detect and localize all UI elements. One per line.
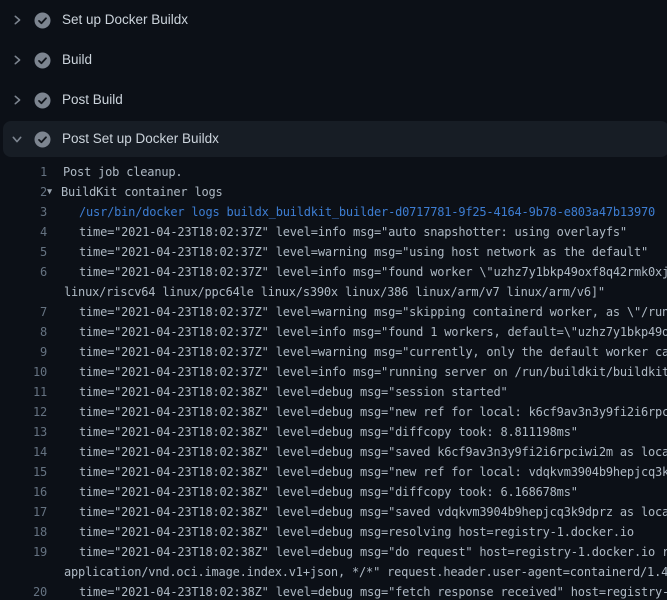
log-line-number[interactable]: 18	[0, 522, 47, 542]
log-line-text: time="2021-04-23T18:02:37Z" level=info m…	[79, 362, 667, 382]
step-section-label: Set up Docker Buildx	[62, 13, 188, 27]
log-line-number[interactable]: 13	[0, 422, 47, 442]
log-line-text: time="2021-04-23T18:02:38Z" level=debug …	[79, 482, 578, 502]
log-line: 2 ▼BuildKit container logs	[0, 182, 667, 202]
chevron-right-icon	[11, 14, 23, 26]
status-icon-cell	[34, 92, 51, 109]
log-line-number[interactable]: 19	[0, 542, 47, 562]
log-line-number[interactable]: 1	[0, 162, 47, 182]
step-section-list: Set up Docker Buildx Build	[0, 0, 667, 158]
log-line: 12 time="2021-04-23T18:02:38Z" level=deb…	[0, 402, 667, 422]
log-line-text: time="2021-04-23T18:02:38Z" level=debug …	[79, 382, 508, 402]
log-line-number[interactable]: 7	[0, 302, 47, 322]
log-output: 1 Post job cleanup. 2 ▼BuildKit containe…	[0, 162, 667, 600]
log-line-text: time="2021-04-23T18:02:38Z" level=debug …	[79, 582, 667, 600]
check-circle-icon	[34, 12, 51, 29]
log-line-number[interactable]: 15	[0, 462, 47, 482]
log-line-text: time="2021-04-23T18:02:38Z" level=debug …	[79, 462, 667, 482]
log-line: 8 time="2021-04-23T18:02:37Z" level=info…	[0, 322, 667, 342]
log-line: 19 time="2021-04-23T18:02:38Z" level=deb…	[0, 542, 667, 562]
log-line-number[interactable]: 16	[0, 482, 47, 502]
log-line: 3 /usr/bin/docker logs buildx_buildkit_b…	[0, 202, 667, 222]
log-line-text: application/vnd.oci.image.index.v1+json,…	[64, 562, 667, 582]
log-line-text: ▼BuildKit container logs	[47, 182, 223, 202]
log-line-number	[0, 282, 47, 302]
log-line-text: time="2021-04-23T18:02:37Z" level=warnin…	[79, 302, 667, 322]
log-line: 6 time="2021-04-23T18:02:37Z" level=info…	[0, 262, 667, 282]
log-line: 20 time="2021-04-23T18:02:38Z" level=deb…	[0, 582, 667, 600]
log-line: 11 time="2021-04-23T18:02:38Z" level=deb…	[0, 382, 667, 402]
log-line-number[interactable]: 12	[0, 402, 47, 422]
log-line-text: Post job cleanup.	[63, 162, 182, 182]
status-icon-cell	[34, 52, 51, 69]
log-line-number[interactable]: 8	[0, 322, 47, 342]
log-line-number[interactable]: 20	[0, 582, 47, 600]
log-line: 1 Post job cleanup.	[0, 162, 667, 182]
log-line: linux/riscv64 linux/ppc64le linux/s390x …	[0, 282, 667, 302]
status-icon-cell	[34, 12, 51, 29]
log-line-number[interactable]: 2	[0, 182, 47, 202]
log-line-text: time="2021-04-23T18:02:37Z" level=warnin…	[79, 342, 667, 362]
log-line: 13 time="2021-04-23T18:02:38Z" level=deb…	[0, 422, 667, 442]
log-line: 17 time="2021-04-23T18:02:38Z" level=deb…	[0, 502, 667, 522]
chevron-cell	[0, 54, 34, 66]
chevron-down-icon	[11, 133, 23, 145]
status-icon-cell	[34, 131, 51, 148]
log-line: 5 time="2021-04-23T18:02:37Z" level=warn…	[0, 242, 667, 262]
log-line-number[interactable]: 11	[0, 382, 47, 402]
log-line: 18 time="2021-04-23T18:02:38Z" level=deb…	[0, 522, 667, 542]
chevron-cell	[0, 14, 34, 26]
log-line-number[interactable]: 4	[0, 222, 47, 242]
log-line-number	[0, 562, 47, 582]
check-circle-icon	[34, 131, 51, 148]
log-line: 9 time="2021-04-23T18:02:37Z" level=warn…	[0, 342, 667, 362]
check-circle-icon	[34, 52, 51, 69]
step-section-post-set-up-docker-buildx[interactable]: Post Set up Docker Buildx	[0, 120, 667, 158]
chevron-right-icon	[11, 54, 23, 66]
log-line-text: time="2021-04-23T18:02:38Z" level=debug …	[79, 522, 634, 542]
step-section-set-up-docker-buildx[interactable]: Set up Docker Buildx	[0, 0, 667, 40]
log-line-text: time="2021-04-23T18:02:38Z" level=debug …	[79, 422, 578, 442]
log-line-text: time="2021-04-23T18:02:38Z" level=debug …	[79, 502, 667, 522]
step-section-label: Post Build	[62, 93, 123, 107]
log-line-text: time="2021-04-23T18:02:37Z" level=info m…	[79, 322, 667, 342]
log-line-number[interactable]: 5	[0, 242, 47, 262]
group-label[interactable]: BuildKit container logs	[61, 182, 223, 202]
log-line-number[interactable]: 10	[0, 362, 47, 382]
step-section-post-build[interactable]: Post Build	[0, 80, 667, 120]
step-section-build[interactable]: Build	[0, 40, 667, 80]
log-line-text: time="2021-04-23T18:02:37Z" level=info m…	[79, 262, 667, 282]
chevron-cell	[0, 94, 34, 106]
log-line-text: linux/riscv64 linux/ppc64le linux/s390x …	[64, 282, 605, 302]
log-line: 15 time="2021-04-23T18:02:38Z" level=deb…	[0, 462, 667, 482]
log-line-number[interactable]: 3	[0, 202, 47, 222]
log-line-number[interactable]: 9	[0, 342, 47, 362]
chevron-right-icon	[11, 94, 23, 106]
actions-log-viewer: Set up Docker Buildx Build	[0, 0, 667, 600]
log-line-number[interactable]: 14	[0, 442, 47, 462]
log-line-number[interactable]: 6	[0, 262, 47, 282]
step-section-label: Build	[62, 53, 92, 67]
group-expanded-triangle-icon[interactable]: ▼	[47, 182, 61, 202]
log-line: 7 time="2021-04-23T18:02:37Z" level=warn…	[0, 302, 667, 322]
step-section-label: Post Set up Docker Buildx	[62, 132, 219, 146]
check-circle-icon	[34, 92, 51, 109]
log-line-text: time="2021-04-23T18:02:37Z" level=warnin…	[79, 242, 648, 262]
log-line-number[interactable]: 17	[0, 502, 47, 522]
log-line: 16 time="2021-04-23T18:02:38Z" level=deb…	[0, 482, 667, 502]
log-line: application/vnd.oci.image.index.v1+json,…	[0, 562, 667, 582]
log-line: 4 time="2021-04-23T18:02:37Z" level=info…	[0, 222, 667, 242]
log-line-text: time="2021-04-23T18:02:37Z" level=info m…	[79, 222, 627, 242]
log-line: 10 time="2021-04-23T18:02:37Z" level=inf…	[0, 362, 667, 382]
chevron-cell	[0, 133, 34, 145]
log-line: 14 time="2021-04-23T18:02:38Z" level=deb…	[0, 442, 667, 462]
log-line-text: time="2021-04-23T18:02:38Z" level=debug …	[79, 542, 667, 562]
log-line-text: time="2021-04-23T18:02:38Z" level=debug …	[79, 402, 667, 422]
log-line-text: /usr/bin/docker logs buildx_buildkit_bui…	[79, 202, 655, 222]
log-line-text: time="2021-04-23T18:02:38Z" level=debug …	[79, 442, 667, 462]
